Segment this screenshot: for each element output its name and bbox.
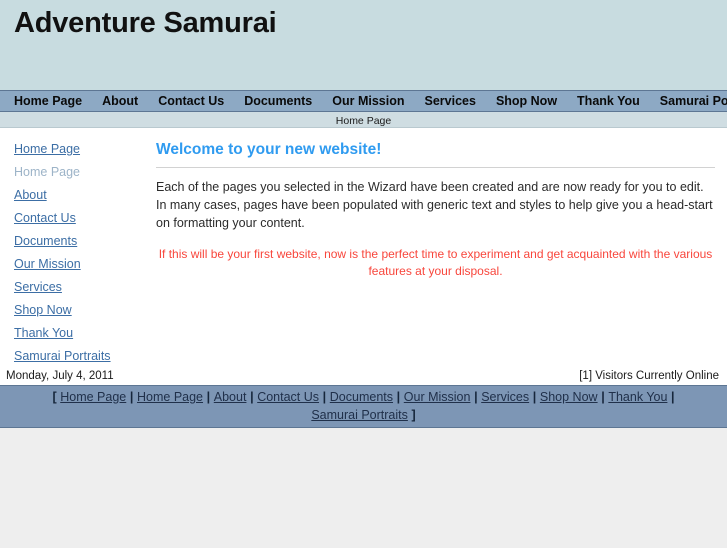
sidebar-item-contact-us[interactable]: Contact Us — [0, 207, 150, 230]
footer-link-samurai-portraits[interactable]: Samurai Portraits — [311, 408, 408, 422]
breadcrumb-current-page: Home Page — [335, 115, 392, 127]
footer-link-separator: | — [322, 390, 327, 404]
footer-link-separator: | — [474, 390, 478, 404]
sidebar-navigation: Home Page Home Page About Contact Us Documen… — [0, 128, 150, 368]
footer-link-contact-us[interactable]: Contact Us — [257, 390, 319, 404]
sidebar-item-our-mission[interactable]: Our Mission — [0, 253, 150, 276]
footer-link-separator: | — [250, 390, 254, 404]
sidebar-item-home-page[interactable]: Home Page — [0, 138, 150, 161]
content-note: If this will be your first website, now … — [158, 247, 713, 278]
top-navigation-bar: Home Page About Contact Us Documents Our Mis… — [0, 90, 727, 112]
main-content: Welcome to your new website! Each of the… — [150, 128, 727, 368]
topnav-item-thank-you[interactable]: Thank You — [567, 91, 650, 111]
topnav-item-services[interactable]: Services — [415, 91, 486, 111]
topnav-item-documents[interactable]: Documents — [234, 91, 322, 111]
sidebar-item-thank-you[interactable]: Thank You — [0, 322, 150, 345]
footer-navigation-bar: [ Home Page | Home Page | About | Contac… — [0, 385, 727, 428]
footer-close-bracket: ] — [411, 408, 416, 422]
body-columns: Home Page Home Page About Contact Us Documen… — [0, 128, 727, 368]
topnav-item-contact-us[interactable]: Contact Us — [148, 91, 234, 111]
footer-visitor-count: [1] Visitors Currently Online — [579, 370, 719, 382]
topnav-item-shop-now[interactable]: Shop Now — [486, 91, 567, 111]
footer-link-separator: | — [206, 390, 211, 404]
topnav-item-home-page[interactable]: Home Page — [4, 91, 92, 111]
sidebar-item-services[interactable]: Services — [0, 276, 150, 299]
footer-link-separator: | — [129, 390, 134, 404]
sidebar-item-about[interactable]: About — [0, 184, 150, 207]
sidebar-item-shop-now[interactable]: Shop Now — [0, 299, 150, 322]
footer-meta-row: Monday, July 4, 2011 [1] Visitors Curren… — [0, 368, 727, 385]
sidebar-item-documents[interactable]: Documents — [0, 230, 150, 253]
footer-link-separator: | — [532, 390, 537, 404]
page-background-area — [0, 428, 727, 548]
sidebar-item-home-page-current: Home Page — [14, 165, 81, 179]
topnav-item-samurai-portraits[interactable]: Samurai Portraits — [650, 91, 727, 111]
footer-link-separator: | — [601, 390, 605, 404]
page-container: Adventure Samurai Home Page About Contact … — [0, 0, 727, 428]
footer-link-shop-now[interactable]: Shop Now — [540, 390, 598, 404]
content-paragraph: Each of the pages you selected in the Wi… — [156, 180, 713, 230]
breadcrumb: Home Page — [0, 112, 727, 128]
topnav-item-about[interactable]: About — [92, 91, 148, 111]
footer-link-thank-you[interactable]: Thank You — [608, 390, 667, 404]
topnav-item-our-mission[interactable]: Our Mission — [322, 91, 414, 111]
footer-link-home-page[interactable]: Home Page — [137, 390, 203, 404]
page-title: Adventure Samurai — [14, 7, 277, 39]
footer-link-services[interactable]: Services — [481, 390, 529, 404]
footer-link-separator: | — [671, 390, 675, 404]
heading-divider — [156, 167, 715, 168]
footer-link-our-mission[interactable]: Our Mission — [404, 390, 471, 404]
footer-link-about[interactable]: About — [214, 390, 247, 404]
footer-open-bracket: [ — [52, 390, 57, 404]
site-header: Adventure Samurai — [0, 0, 727, 90]
footer-link-home-page[interactable]: Home Page — [60, 390, 126, 404]
footer-link-documents[interactable]: Documents — [330, 390, 393, 404]
content-heading: Welcome to your new website! — [156, 141, 382, 158]
footer-date: Monday, July 4, 2011 — [6, 370, 114, 382]
sidebar-item-samurai-portraits[interactable]: Samurai Portraits — [0, 345, 150, 368]
footer-link-separator: | — [396, 390, 401, 404]
